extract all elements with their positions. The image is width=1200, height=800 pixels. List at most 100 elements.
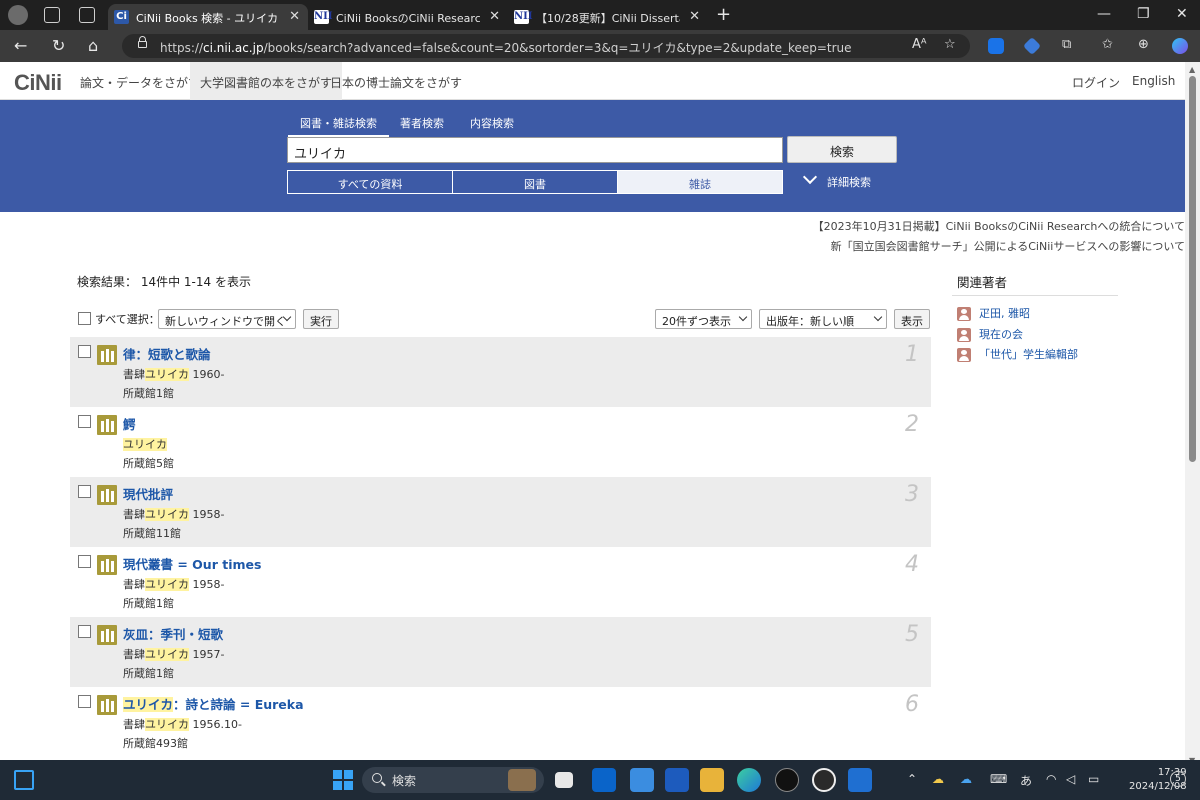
extension-g-icon[interactable] <box>988 38 1004 54</box>
home-icon[interactable]: ⌂ <box>88 36 98 55</box>
copilot-icon[interactable] <box>1172 38 1188 54</box>
advanced-search-label: 詳細検索 <box>827 176 871 189</box>
display-button[interactable]: 表示 <box>894 309 930 329</box>
volume-icon[interactable]: ◁ <box>1066 772 1075 786</box>
new-tab-icon[interactable]: + <box>716 4 731 25</box>
word-icon[interactable] <box>665 768 689 792</box>
result-title-link[interactable]: ユリイカ：詩と詩論 = Eureka <box>123 694 304 713</box>
result-checkbox[interactable] <box>78 485 91 498</box>
search-highlight-icon[interactable] <box>508 769 536 791</box>
result-row: ユリイカ：詩と詩論 = Eureka 書肆ユリイカ 1956.10- 所蔵館49… <box>70 687 931 757</box>
login-link[interactable]: ログイン <box>1072 74 1120 91</box>
notice-integration-link[interactable]: 【2023年10月31日掲載】CiNii BooksのCiNii Researc… <box>813 218 1185 234</box>
scroll-up-icon[interactable]: ▲ <box>1189 65 1195 74</box>
segment-journals[interactable]: 雑誌 <box>617 170 783 194</box>
keyboard-icon[interactable]: ⌨ <box>990 772 1007 786</box>
read-aloud-icon[interactable]: Aᴬ <box>912 37 927 52</box>
result-checkbox[interactable] <box>78 625 91 638</box>
nii-favicon-icon: NII <box>514 10 533 24</box>
ime-mode-icon[interactable]: あ <box>1020 772 1032 789</box>
tab-integration-notice[interactable]: NII CiNii BooksのCiNii Researchへの統合 ✕ <box>308 4 508 30</box>
close-tab-icon[interactable]: ✕ <box>489 9 500 24</box>
onedrive-icon[interactable]: ☁ <box>960 772 972 786</box>
segment-all[interactable]: すべての資料 <box>287 170 453 194</box>
store-icon[interactable] <box>848 768 872 792</box>
refresh-icon[interactable]: ↻ <box>52 36 65 55</box>
search-button[interactable]: 検索 <box>787 136 897 163</box>
extension-diamond-icon[interactable] <box>1022 36 1042 56</box>
result-checkbox[interactable] <box>78 695 91 708</box>
result-checkbox[interactable] <box>78 555 91 568</box>
tab-label: CiNii BooksのCiNii Researchへの統合 <box>336 12 480 25</box>
result-title-link[interactable]: 灰皿：季刊・短歌 <box>123 624 223 643</box>
close-tab-icon[interactable]: ✕ <box>689 9 700 24</box>
tab-content-search[interactable]: 内容検索 <box>470 115 514 131</box>
publisher-line: 書肆ユリイカ 1958- <box>123 576 224 592</box>
chevron-down-icon <box>738 312 748 322</box>
tab-books-journals[interactable]: 図書・雑誌検索 <box>288 115 389 137</box>
tab-cinii-search[interactable]: Ci CiNii Books 検索 - ユリイカ 雑誌 ✕ <box>108 4 308 30</box>
result-checkbox[interactable] <box>78 415 91 428</box>
result-title-link[interactable]: 現代批評 <box>123 484 173 503</box>
related-authors-heading: 関連著者 <box>957 275 1008 290</box>
segment-books[interactable]: 図書 <box>452 170 618 194</box>
select-all-checkbox[interactable] <box>78 312 91 325</box>
close-tab-icon[interactable]: ✕ <box>289 9 300 24</box>
show-hidden-icons-chevron-icon[interactable]: ⌃ <box>907 772 917 786</box>
tab-dissertations[interactable]: NII 【10/28更新】CiNii Dissertationsの ✕ <box>508 4 708 30</box>
author-link[interactable]: 疋田, 雅昭 <box>957 305 1030 321</box>
scrollbar-thumb[interactable] <box>1189 76 1196 462</box>
notification-badge[interactable]: 5 <box>1170 771 1186 787</box>
page-scrollbar[interactable]: ▲ ▼ <box>1185 62 1200 768</box>
cinii-logo[interactable]: CiNii <box>14 70 62 96</box>
edge-icon[interactable] <box>737 768 761 792</box>
advanced-search-toggle[interactable]: 詳細検索 <box>802 169 871 190</box>
file-explorer-icon[interactable] <box>700 768 724 792</box>
author-link[interactable]: 現在の会 <box>957 326 1023 342</box>
title-text: 現代批評 <box>123 487 174 502</box>
notice-ndl-search-link[interactable]: 新「国立国会図書館サーチ」公開によるCiNiiサービスへの影響について <box>831 238 1185 254</box>
wifi-icon[interactable]: ◠ <box>1046 772 1056 786</box>
workspaces-icon[interactable] <box>44 7 60 23</box>
result-title-link[interactable]: 律：短歌と歌論 <box>123 344 211 363</box>
result-title-link[interactable]: 現代叢書 = Our times <box>123 554 261 573</box>
tab-author-search[interactable]: 著者検索 <box>400 115 444 131</box>
result-title-link[interactable]: 鰐 <box>123 414 136 433</box>
notepad-icon[interactable] <box>630 768 654 792</box>
collections-icon[interactable]: ⊕ <box>1138 37 1149 52</box>
start-windows-icon[interactable] <box>333 770 353 790</box>
x-app-icon[interactable] <box>775 768 799 792</box>
run-button[interactable]: 実行 <box>303 309 339 329</box>
bulk-action-select[interactable]: 新しいウィンドウで開く <box>158 309 296 329</box>
widgets-icon[interactable] <box>14 770 34 790</box>
author-link[interactable]: 「世代」学生編輯部 <box>957 346 1078 362</box>
weather-icon[interactable]: ☁ <box>932 772 944 786</box>
publication-year: 1956.10- <box>192 718 242 731</box>
lock-icon[interactable] <box>138 36 147 48</box>
sort-select[interactable]: 出版年：新しい順 <box>759 309 887 329</box>
favorite-star-icon[interactable]: ☆ <box>944 37 956 52</box>
task-view-icon[interactable] <box>555 772 573 788</box>
nav-dissertations[interactable]: 日本の博士論文をさがす <box>320 62 472 100</box>
extensions-puzzle-icon[interactable]: ⧉ <box>1062 37 1071 52</box>
outlook-icon[interactable] <box>592 768 616 792</box>
url-field[interactable]: https://ci.nii.ac.jp/books/search?advanc… <box>122 34 970 58</box>
back-icon[interactable]: ← <box>14 36 27 55</box>
search-input[interactable]: ユリイカ <box>287 137 783 163</box>
result-row: 律：短歌と歌論 書肆ユリイカ 1960- 所蔵館1館 1 <box>70 337 931 407</box>
minimize-icon[interactable]: — <box>1097 6 1111 22</box>
holdings-count: 所蔵館1館 <box>123 597 174 610</box>
per-page-select[interactable]: 20件ずつ表示 <box>655 309 752 329</box>
language-link[interactable]: English <box>1132 74 1175 88</box>
restore-icon[interactable]: ❐ <box>1137 6 1150 22</box>
battery-icon[interactable]: ▭ <box>1088 772 1099 786</box>
nav-articles[interactable]: 論文・データをさがす <box>70 62 210 100</box>
close-window-icon[interactable]: ✕ <box>1176 6 1188 22</box>
media-player-icon[interactable] <box>812 768 836 792</box>
tab-actions-icon[interactable] <box>79 7 95 23</box>
favorites-icon[interactable]: ✩ <box>1102 37 1113 52</box>
result-checkbox[interactable] <box>78 345 91 358</box>
profile-avatar[interactable] <box>8 5 28 25</box>
address-bar: ← ↻ ⌂ https://ci.nii.ac.jp/books/search?… <box>0 30 1200 62</box>
publisher-highlight: ユリイカ <box>145 718 189 731</box>
